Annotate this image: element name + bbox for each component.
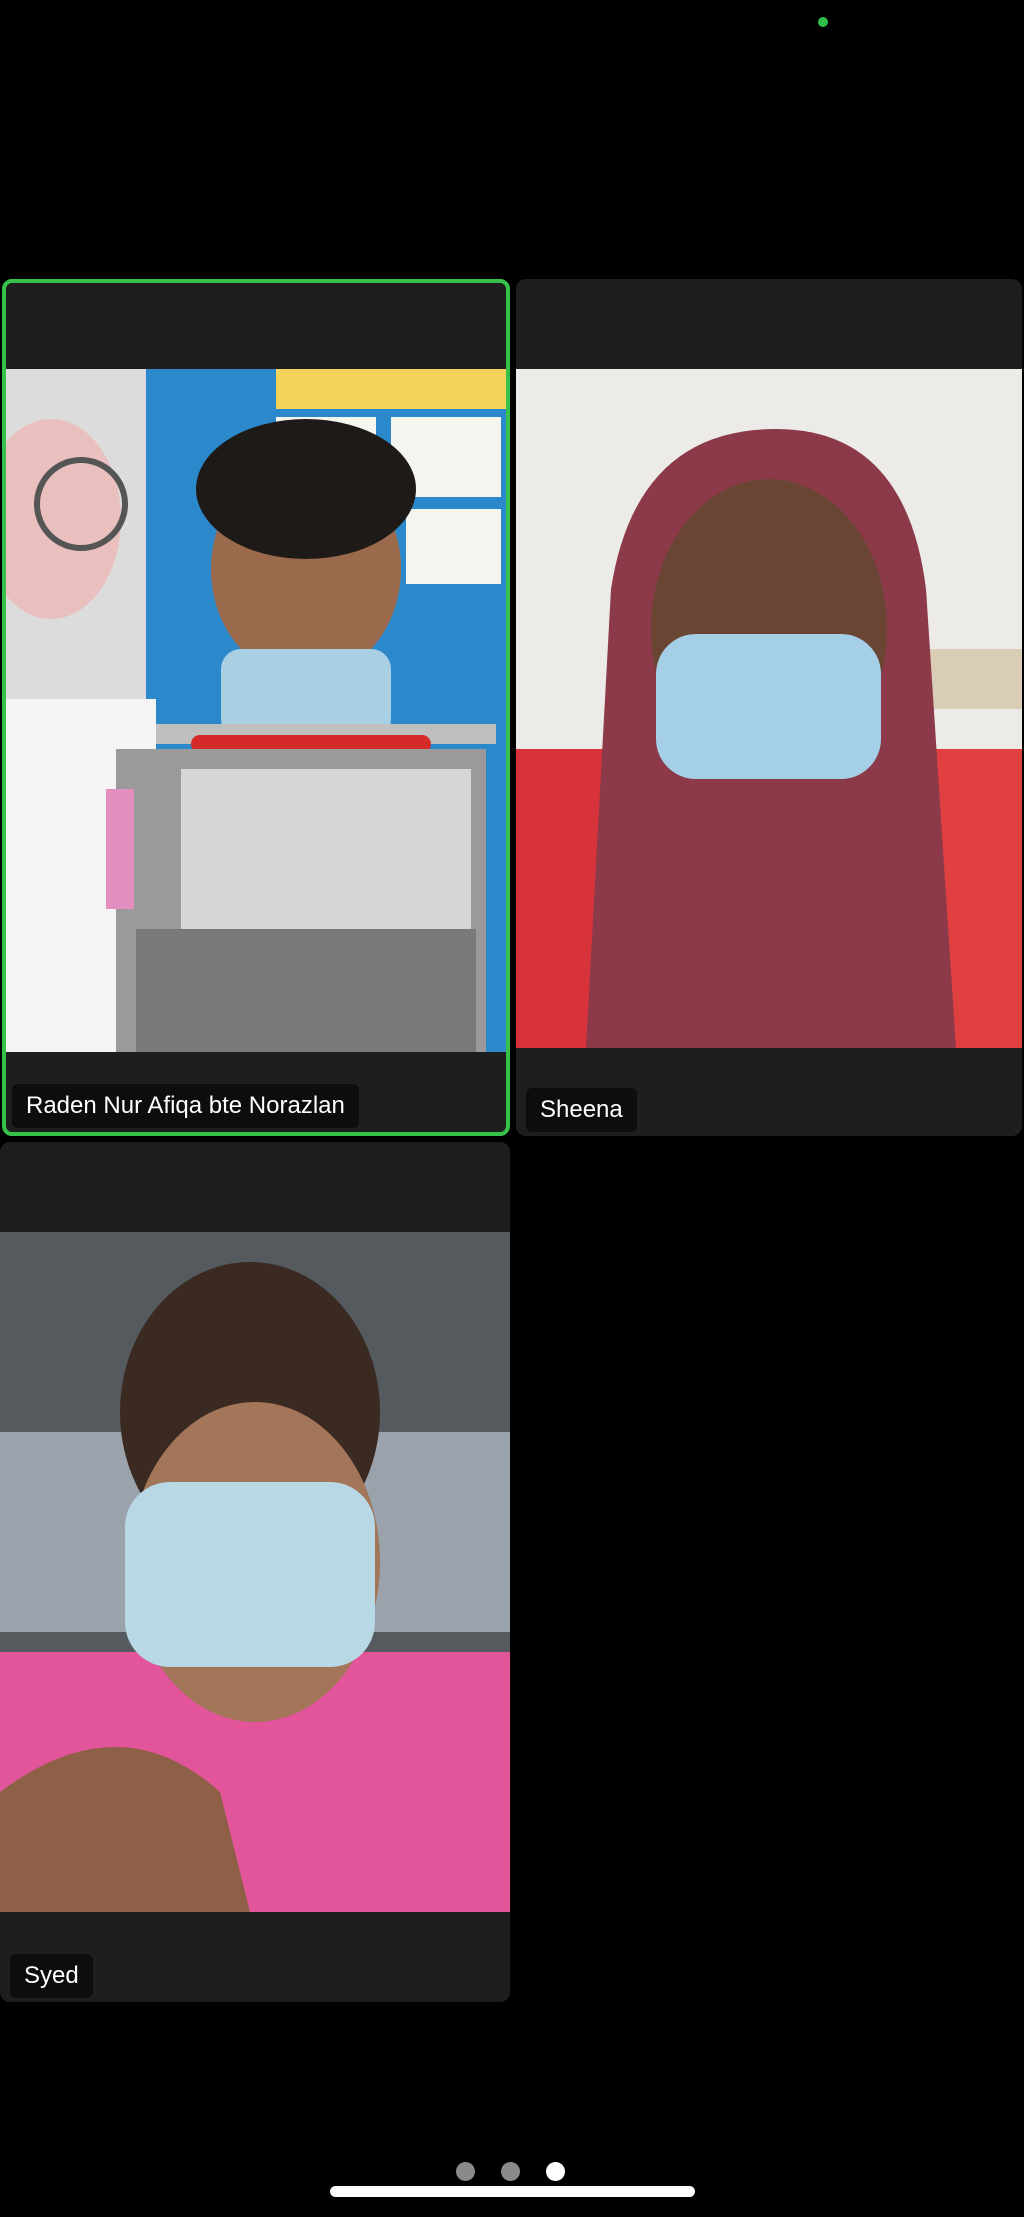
participant-name-label: Syed bbox=[10, 1954, 93, 1998]
participant-name-label: Sheena bbox=[526, 1088, 637, 1132]
page-dot[interactable] bbox=[456, 2162, 475, 2181]
recording-indicator-dot bbox=[818, 17, 828, 27]
home-indicator[interactable] bbox=[330, 2186, 695, 2197]
page-dot[interactable] bbox=[501, 2162, 520, 2181]
participant-tile-active-speaker[interactable]: Raden Nur Afiqa bte Norazlan bbox=[2, 279, 510, 1136]
participant-video bbox=[0, 1232, 510, 1912]
page-indicator[interactable] bbox=[456, 2162, 565, 2181]
participant-video bbox=[6, 369, 506, 1052]
video-frame-woman-in-hijab bbox=[516, 369, 1022, 1048]
video-frame-child-with-craft bbox=[6, 369, 506, 1052]
participant-tile[interactable]: Syed bbox=[0, 1142, 510, 2002]
participant-tile[interactable]: Sheena bbox=[516, 279, 1022, 1136]
video-frame-man-in-pink-shirt bbox=[0, 1232, 510, 1912]
page-dot-current[interactable] bbox=[546, 2162, 565, 2181]
participant-name-label: Raden Nur Afiqa bte Norazlan bbox=[12, 1084, 359, 1128]
participant-video bbox=[516, 369, 1022, 1048]
